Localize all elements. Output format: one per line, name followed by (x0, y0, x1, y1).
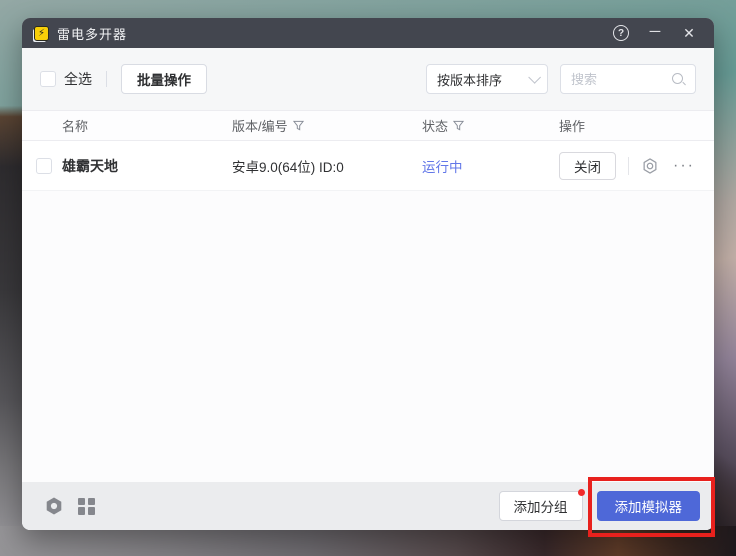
column-header-actions: 操作 (559, 116, 714, 135)
layout-grid-icon[interactable] (78, 498, 95, 515)
column-header-name: 名称 (62, 116, 232, 135)
more-options-icon[interactable]: ··· (673, 161, 695, 171)
app-window: ⚡ 雷电多开器 ? ─ ✕ 全选 批量操作 按版本排序 (22, 18, 714, 530)
row-actions: 关闭 ··· (559, 152, 714, 180)
stop-instance-button[interactable]: 关闭 (559, 152, 616, 180)
app-logo-icon: ⚡ (34, 26, 49, 41)
column-header-status: 状态 (422, 116, 559, 135)
batch-operations-button[interactable]: 批量操作 (121, 64, 207, 94)
close-button[interactable]: ✕ (674, 18, 704, 48)
search-box (560, 64, 696, 94)
sort-dropdown-value: 按版本排序 (437, 70, 528, 89)
select-all-checkbox[interactable] (40, 71, 56, 87)
empty-list-area (22, 191, 714, 482)
add-group-button[interactable]: 添加分组 (499, 491, 583, 521)
column-header-version: 版本/编号 (232, 116, 422, 135)
search-icon (671, 72, 685, 86)
chevron-down-icon (528, 71, 541, 84)
sort-dropdown[interactable]: 按版本排序 (426, 64, 548, 94)
filter-icon[interactable] (293, 120, 304, 131)
close-icon: ✕ (683, 25, 695, 42)
titlebar: ⚡ 雷电多开器 ? ─ ✕ (22, 18, 714, 48)
window-title: 雷电多开器 (57, 24, 127, 43)
actions-divider (628, 157, 629, 175)
minimize-button[interactable]: ─ (640, 18, 670, 48)
help-button[interactable]: ? (606, 18, 636, 48)
toolbar: 全选 批量操作 按版本排序 (22, 48, 714, 110)
toolbar-right: 按版本排序 (426, 64, 696, 94)
help-icon: ? (613, 25, 629, 41)
toolbar-divider (106, 71, 107, 87)
global-settings-icon[interactable] (44, 496, 64, 516)
search-input[interactable] (571, 72, 671, 87)
select-all-label: 全选 (64, 69, 92, 89)
minimize-icon: ─ (650, 23, 661, 40)
instance-settings-icon[interactable] (641, 157, 659, 175)
bottombar: 添加分组 添加模拟器 (22, 482, 714, 530)
instance-status: 运行中 (422, 156, 559, 176)
add-emulator-button[interactable]: 添加模拟器 (597, 491, 701, 521)
table-header: 名称 版本/编号 状态 操作 (22, 110, 714, 141)
instance-name: 雄霸天地 (62, 156, 232, 176)
notification-dot (578, 489, 585, 496)
row-checkbox[interactable] (36, 158, 52, 174)
instance-version: 安卓9.0(64位) ID:0 (232, 156, 422, 176)
filter-icon[interactable] (453, 120, 464, 131)
table-row: 雄霸天地 安卓9.0(64位) ID:0 运行中 关闭 ··· (22, 141, 714, 191)
